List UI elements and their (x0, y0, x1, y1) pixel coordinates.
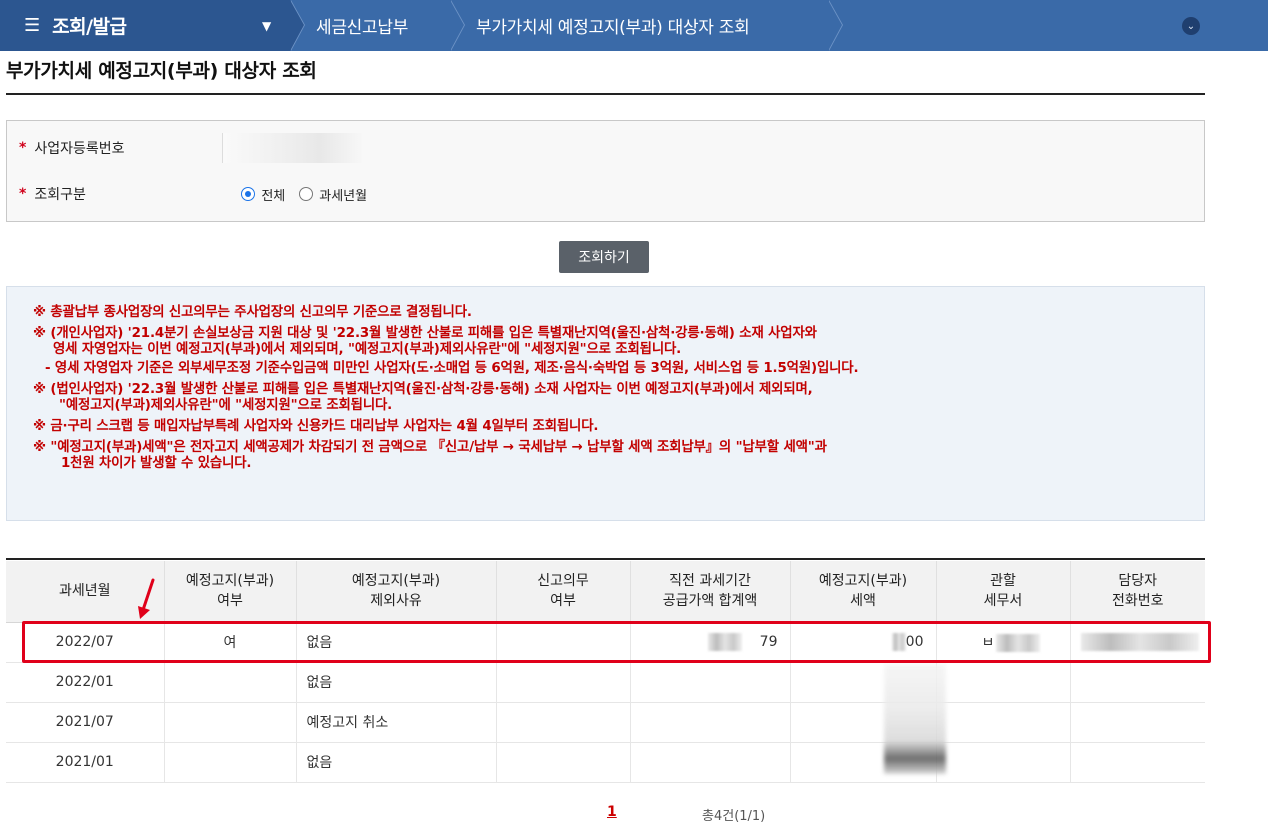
blurred-region (884, 664, 946, 774)
notice-line-cont: 영세 자영업자는 이번 예정고지(부과)에서 제외되며, "예정고지(부과)제외… (53, 342, 682, 357)
cell-supply (630, 742, 791, 783)
cell-office (936, 662, 1071, 703)
notice-line-cont: 1천원 차이가 발생할 수 있습니다. (61, 456, 252, 471)
table-header-row: 과세년월 예정고지(부과) 여부 예정고지(부과) 제외사유 신고의무 여부 직전 과… (6, 561, 1205, 623)
radio-tax-month[interactable] (299, 187, 314, 201)
radio-tax-month-label[interactable]: 과세년월 (319, 185, 367, 204)
th-office: 관할 세무서 (936, 561, 1071, 623)
notice-line: ※ 금·구리 스크랩 등 매입자납부특례 사업자와 신용카드 대리납부 사업자는… (33, 419, 599, 434)
th-tax: 예정고지(부과) 세액 (790, 561, 937, 623)
supply-value: 79 (759, 634, 778, 650)
page-title: 부가가치세 예정고지(부과) 대상자 조회 (6, 60, 317, 82)
menu-dropdown[interactable]: ☰ 조회/발급 ▼ (0, 0, 305, 51)
cell-tax: 00 (790, 622, 937, 663)
cell-notice-yn (164, 662, 297, 703)
cell-duty (496, 622, 631, 663)
page-number-link[interactable]: 1 (607, 804, 617, 820)
cell-period: 2021/01 (6, 742, 165, 783)
title-divider (6, 93, 1205, 95)
breadcrumb-page-label: 부가가치세 예정고지(부과) 대상자 조회 (476, 18, 750, 38)
cell-notice-yn (164, 702, 297, 743)
notice-line: ※ (개인사업자) '21.4분기 손실보상금 지원 대상 및 '22.3월 발… (33, 326, 1204, 358)
cell-reason: 없음 (296, 662, 497, 703)
hamburger-icon[interactable]: ☰ (24, 15, 40, 36)
query-type-label: 조회구분 (34, 187, 86, 203)
notice-line: - 영세 자영업자 기준은 외부세무조정 기준수입금액 미만인 사업자(도·소매… (45, 361, 859, 376)
query-type-radios: 전체 과세년월 (241, 185, 381, 204)
cell-phone (1070, 742, 1205, 783)
office-value: ㅂ (981, 635, 995, 651)
cell-notice-yn: 여 (164, 622, 297, 663)
notice-line: ※ 총괄납부 종사업장의 신고의무는 주사업장의 신고의무 기준으로 결정됩니다… (33, 305, 472, 320)
breadcrumb-page[interactable]: 부가가치세 예정고지(부과) 대상자 조회 (450, 0, 843, 51)
th-duty: 신고의무 여부 (496, 561, 631, 623)
notice-line-text: ※ (개인사업자) '21.4분기 손실보상금 지원 대상 및 '22.3월 발… (33, 326, 817, 341)
cell-duty (496, 662, 631, 703)
required-mark: * (19, 140, 27, 156)
table-row: 2022/01 없음 (6, 662, 1205, 703)
notice-line-text: ※ "예정고지(부과)세액"은 전자고지 세액공제가 차감되기 전 금액으로 『… (33, 440, 827, 455)
cell-duty (496, 702, 631, 743)
top-nav-bar: ☰ 조회/발급 ▼ 세금신고납부 부가가치세 예정고지(부과) 대상자 조회 ⌄ (0, 0, 1268, 51)
notice-line: ※ (법인사업자) '22.3월 발생한 산불로 피해를 입은 특별재난지역(울… (33, 382, 1204, 414)
cell-duty (496, 742, 631, 783)
tax-value: 00 (905, 634, 924, 650)
th-reason: 예정고지(부과) 제외사유 (296, 561, 497, 623)
breadcrumb-tax[interactable]: 세금신고납부 (290, 0, 465, 51)
th-phone: 담당자 전화번호 (1070, 561, 1205, 623)
cell-reason: 예정고지 취소 (296, 702, 497, 743)
result-table: 과세년월 예정고지(부과) 여부 예정고지(부과) 제외사유 신고의무 여부 직전 과… (6, 561, 1205, 783)
radio-all[interactable] (241, 187, 256, 201)
search-button[interactable]: 조회하기 (559, 241, 649, 273)
table-divider (6, 558, 1205, 560)
table-row: 2021/01 없음 (6, 742, 1205, 783)
radio-all-label[interactable]: 전체 (261, 185, 285, 204)
caret-down-icon[interactable]: ▼ (262, 19, 271, 33)
breadcrumb-tax-label: 세금신고납부 (316, 18, 409, 38)
bizno-input[interactable] (222, 133, 362, 163)
menu-title: 조회/발급 (52, 16, 127, 38)
notice-line-text: ※ (법인사업자) '22.3월 발생한 산불로 피해를 입은 특별재난지역(울… (33, 382, 813, 397)
bizno-row: * 사업자등록번호 (7, 138, 221, 158)
cell-period: 2022/01 (6, 662, 165, 703)
table-row: 2021/07 예정고지 취소 (6, 702, 1205, 743)
search-form: * 사업자등록번호 * 조회구분 전체 과세년월 (6, 120, 1205, 222)
required-mark: * (19, 186, 27, 202)
cell-office (936, 702, 1071, 743)
cell-supply (630, 662, 791, 703)
cell-phone (1070, 702, 1205, 743)
cell-period: 2022/07 (6, 622, 165, 663)
chevron-down-icon[interactable]: ⌄ (1182, 17, 1200, 35)
cell-supply: 79 (630, 622, 791, 663)
red-arrow-icon (138, 578, 155, 619)
cell-office (936, 742, 1071, 783)
cell-office: ㅂ (936, 622, 1071, 663)
total-count: 총4건(1/1) (702, 809, 766, 824)
notice-box: ※ 총괄납부 종사업장의 신고의무는 주사업장의 신고의무 기준으로 결정됩니다… (6, 286, 1205, 521)
cell-period: 2021/07 (6, 702, 165, 743)
cell-notice-yn (164, 742, 297, 783)
th-supply: 직전 과세기간 공급가액 합계액 (630, 561, 791, 623)
th-notice-yn: 예정고지(부과) 여부 (164, 561, 297, 623)
cell-reason: 없음 (296, 622, 497, 663)
cell-supply (630, 702, 791, 743)
query-type-row: * 조회구분 전체 과세년월 (7, 184, 381, 204)
notice-line: ※ "예정고지(부과)세액"은 전자고지 세액공제가 차감되기 전 금액으로 『… (33, 440, 1204, 472)
cell-phone (1070, 622, 1205, 663)
cell-reason: 없음 (296, 742, 497, 783)
bizno-label: 사업자등록번호 (34, 141, 125, 157)
table-row: 2022/07 여 없음 79 00 ㅂ (6, 622, 1205, 663)
notice-line-cont: "예정고지(부과)제외사유란"에 "세정지원"으로 조회됩니다. (59, 398, 393, 413)
cell-phone (1070, 662, 1205, 703)
